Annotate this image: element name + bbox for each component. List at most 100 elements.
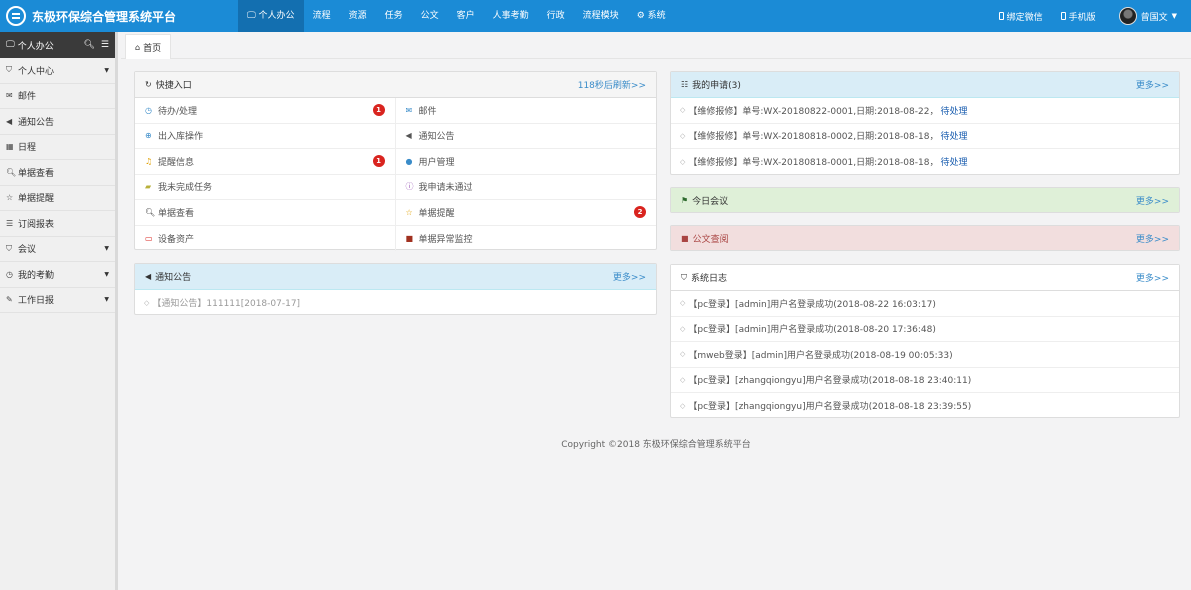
volume-icon: ◀ — [6, 116, 13, 126]
nav-item-resources[interactable]: 资源 — [340, 0, 376, 32]
search-icon: 🔍︎ — [6, 167, 17, 177]
mobile-icon — [998, 12, 1004, 20]
envelope-icon: ✉ — [405, 105, 413, 115]
sidebar-item-meetings[interactable]: ⛉ 会议 ▼ — [0, 237, 115, 262]
sidebar-title: 个人办公 — [17, 41, 54, 52]
quick-bill-exception-monitor[interactable]: ■ 单据异常监控 — [396, 226, 657, 252]
list-item[interactable]: ◇ 【维修报修】单号:WX-20180822-0001,日期:2018-08-22… — [671, 98, 1179, 124]
pending-link[interactable]: 待处理 — [940, 155, 967, 168]
briefcase-icon: ■ — [405, 233, 414, 243]
edit-icon: ✎ — [6, 295, 13, 305]
quick-equipment-assets[interactable]: ▭ 设备资产 — [135, 225, 396, 251]
list-item[interactable]: ◇ 【通知公告】111111[2018-07-17] — [135, 290, 656, 316]
today-meeting-header: ⚑ 今日会议 更多>> — [671, 188, 1179, 212]
sidebar-item-bill-reminders[interactable]: ☆ 单据提醒 — [0, 186, 115, 211]
list-item[interactable]: ◇ 【mweb登录】[admin]用户名登录成功(2018-08-19 00:05… — [671, 342, 1179, 368]
sidebar-item-schedule[interactable]: ▦ 日程 — [0, 135, 115, 160]
brand[interactable]: 东极环保综合管理系统平台 — [6, 5, 176, 27]
quick-stock-io[interactable]: ⊕ 出入库操作 — [135, 123, 396, 149]
quick-notices[interactable]: ◀ 通知公告 — [395, 124, 656, 149]
nav-item-process[interactable]: 流程 — [304, 0, 340, 32]
book-icon: ▰ — [145, 182, 152, 192]
home-icon: ⌂ — [135, 42, 141, 52]
sidebar-item-subscribed-reports[interactable]: ☰ 订阅报表 — [0, 211, 115, 237]
nav-item-hr-attendance[interactable]: 人事考勤 — [484, 0, 538, 32]
monitor-icon: 🖵 — [247, 11, 259, 21]
rss-icon: ☰ — [6, 218, 14, 228]
menu-icon[interactable]: ☰ — [101, 40, 109, 50]
nav-item-process-module[interactable]: 流程模块 — [574, 0, 628, 32]
today-meeting-panel: ⚑ 今日会议 更多>> — [670, 187, 1180, 213]
document-query-more-link[interactable]: 更多>> — [1136, 232, 1169, 245]
nav-item-tasks[interactable]: 任务 — [376, 0, 412, 32]
star-icon: ☆ — [6, 193, 14, 203]
sidebar: 🖵 个人办公 🔍︎ ☰ ⛉ 个人中心 ▼ ✉ 邮件 ◀ 通知公告 ▦ 日程 🔍︎ 单据查看 … — [0, 32, 118, 590]
my-applications-header: ☷ 我的申请(3) 更多>> — [671, 72, 1179, 98]
today-meeting-more-link[interactable]: 更多>> — [1136, 194, 1169, 207]
sidebar-item-attendance[interactable]: ◷ 我的考勤 ▼ — [0, 262, 115, 288]
calendar-icon: ▦ — [6, 142, 14, 152]
list-item[interactable]: ◇ 【pc登录】[admin]用户名登录成功(2018-08-22 16:03:1… — [671, 291, 1179, 317]
sidebar-item-notices[interactable]: ◀ 通知公告 — [0, 109, 115, 135]
notice-title: 通知公告 — [155, 273, 192, 283]
diamond-icon: ◇ — [144, 298, 150, 307]
mobile-version-link[interactable]: 手机版 — [1052, 10, 1105, 23]
refresh-countdown[interactable]: 118秒后刷新>> — [578, 78, 646, 91]
bind-wechat-link[interactable]: 绑定微信 — [990, 10, 1052, 23]
quick-entry-grid: ◷ 待办/处理 1 ✉ 邮件 ⊕ 出入库操作 ◀ 通知公告 ♫ 提醒信息 1 ● 用户管理 ▰ 我… — [135, 98, 656, 251]
notice-more-link[interactable]: 更多>> — [613, 270, 646, 283]
quick-mail[interactable]: ✉ 邮件 — [395, 98, 656, 124]
notice-panel: ◀ 通知公告 更多>> ◇ 【通知公告】111111[2018-07-17] — [134, 263, 657, 315]
pending-link[interactable]: 待处理 — [940, 129, 967, 142]
list-item[interactable]: ◇ 【pc登录】[zhangqiongyu]用户名登录成功(2018-08-18 … — [671, 393, 1179, 419]
quick-view-bills[interactable]: 🔍︎ 单据查看 — [135, 200, 396, 226]
sidebar-item-daily-report[interactable]: ✎ 工作日报 ▼ — [0, 288, 115, 313]
nav-item-administration[interactable]: 行政 — [538, 0, 574, 32]
diamond-icon: ◇ — [680, 106, 686, 115]
top-nav: 🖵 个人办公 流程 资源 任务 公文 客户 人事考勤 行政 流程模块 ⚙ 系统 — [238, 0, 675, 32]
nav-item-personal-office[interactable]: 🖵 个人办公 — [238, 0, 304, 32]
quick-bill-reminders[interactable]: ☆ 单据提醒 2 — [395, 200, 656, 226]
volume-icon: ◀ — [145, 272, 152, 281]
document-query-panel: ■ 公文查阅 更多>> — [670, 225, 1180, 251]
pending-link[interactable]: 待处理 — [940, 104, 967, 117]
list-item[interactable]: ◇ 【pc登录】[admin]用户名登录成功(2018-08-20 17:36:4… — [671, 317, 1179, 342]
footer-copyright: Copyright ©2018 东极环保综合管理系统平台 — [561, 440, 751, 450]
star-icon: ☆ — [405, 207, 413, 217]
quick-unfinished-tasks[interactable]: ▰ 我未完成任务 — [135, 174, 396, 200]
quick-rejected-applications[interactable]: ⓘ 我申请未通过 — [395, 175, 656, 200]
diamond-icon: ◇ — [680, 157, 686, 166]
chevron-down-icon: ▼ — [1171, 12, 1177, 20]
tab-home[interactable]: ⌂ 首页 — [125, 34, 172, 59]
quick-todo[interactable]: ◷ 待办/处理 1 — [135, 98, 396, 124]
top-navbar: 东极环保综合管理系统平台 🖵 个人办公 流程 资源 任务 公文 客户 人事考勤 … — [0, 0, 1191, 32]
bookmark-icon: ⛉ — [681, 272, 687, 282]
system-log-header: ⛉ 系统日志 更多>> — [671, 265, 1179, 291]
sidebar-item-personal-center[interactable]: ⛉ 个人中心 ▼ — [0, 58, 115, 84]
nav-item-system[interactable]: ⚙ 系统 — [628, 0, 675, 32]
list-item[interactable]: ◇ 【维修报修】单号:WX-20180818-0002,日期:2018-08-18… — [671, 124, 1179, 149]
user-name: 曾国文 — [1140, 12, 1168, 23]
sidebar-item-view-bills[interactable]: 🔍︎ 单据查看 — [0, 160, 115, 186]
list-item[interactable]: ◇ 【维修报修】单号:WX-20180818-0001,日期:2018-08-18… — [671, 149, 1179, 175]
system-log-more-link[interactable]: 更多>> — [1136, 271, 1169, 284]
envelope-icon: ✉ — [6, 91, 13, 101]
nav-item-customers[interactable]: 客户 — [448, 0, 484, 32]
quick-user-management[interactable]: ● 用户管理 — [395, 149, 656, 175]
quick-reminders[interactable]: ♫ 提醒信息 1 — [135, 149, 396, 175]
refresh-icon: ↻ — [145, 80, 152, 89]
list-item[interactable]: ◇ 【pc登录】[zhangqiongyu]用户名登录成功(2018-08-18 … — [671, 368, 1179, 393]
nav-item-documents[interactable]: 公文 — [412, 0, 448, 32]
volume-icon: ◀ — [405, 131, 412, 141]
sidebar-item-mail[interactable]: ✉ 邮件 — [0, 84, 115, 109]
search-icon[interactable]: 🔍︎ — [83, 40, 94, 50]
user-menu[interactable]: 曾国文 ▼ — [1105, 7, 1191, 25]
diamond-icon: ◇ — [680, 350, 686, 359]
info-icon: ⓘ — [405, 182, 414, 192]
my-applications-more-link[interactable]: 更多>> — [1136, 78, 1169, 91]
top-right-actions: 绑定微信 手机版 曾国文 ▼ — [990, 0, 1191, 32]
bell-icon: ♫ — [145, 156, 153, 166]
clock-icon: ◷ — [6, 269, 13, 279]
quick-entry-panel: ↻ 快捷入口 118秒后刷新>> ◷ 待办/处理 1 ✉ 邮件 ⊕ 出入库操作 ◀ 通知公… — [134, 71, 657, 251]
quick-entry-title: 快捷入口 — [155, 81, 192, 91]
